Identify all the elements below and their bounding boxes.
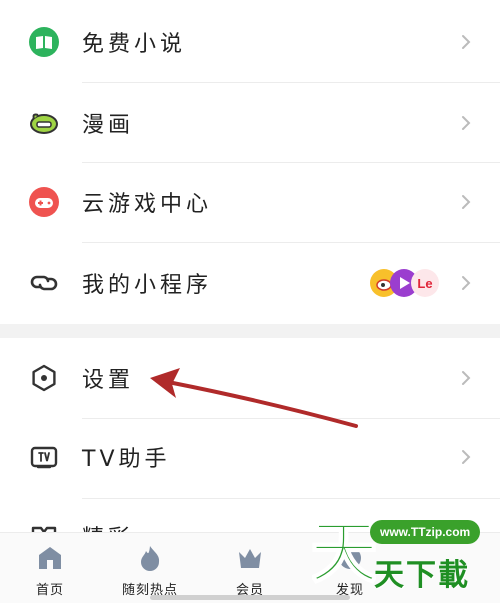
tab-label: 首页 <box>35 583 64 598</box>
chevron-right-icon <box>462 450 471 464</box>
home-indicator <box>150 595 350 600</box>
menu-item-label: 我的小程序 <box>82 273 213 298</box>
chevron-right-icon <box>462 195 471 209</box>
menu-item-free-novels[interactable]: 免费小说 <box>0 2 500 82</box>
svg-text:天: 天 <box>312 514 376 590</box>
chevron-right-icon <box>462 371 471 385</box>
menu-item-label: 云游戏中心 <box>82 192 213 217</box>
watermark: 天 www.TTzip.com 天下載 <box>312 510 500 593</box>
gamepad-icon <box>29 187 59 217</box>
tab-vip[interactable]: 会员 <box>200 533 300 603</box>
watermark-url: www.TTzip.com <box>370 520 481 544</box>
menu-item-tv-assistant[interactable]: TV助手 <box>0 417 500 497</box>
comic-icon <box>30 113 58 134</box>
svg-text:Le: Le <box>417 276 432 291</box>
menu-item-label: 免费小说 <box>82 32 187 57</box>
home-icon <box>39 547 61 569</box>
flame-icon <box>141 546 160 571</box>
menu-item-my-mini-programs[interactable]: 我的小程序 Le <box>0 243 500 323</box>
menu-item-settings[interactable]: 设置 <box>0 338 500 418</box>
tab-home[interactable]: 首页 <box>0 533 100 603</box>
mini-program-icon <box>30 275 58 291</box>
chevron-right-icon <box>462 35 471 49</box>
watermark-logo: 天 <box>312 513 376 590</box>
tv-icon <box>30 446 58 469</box>
menu-item-comics[interactable]: 漫画 <box>0 83 500 163</box>
le-icon: Le <box>411 269 439 297</box>
settings-icon <box>32 364 56 392</box>
crown-icon <box>239 549 261 568</box>
mini-app-badges: Le <box>370 269 439 297</box>
menu-item-cloud-games[interactable]: 云游戏中心 <box>0 162 500 242</box>
watermark-text: 天下載 <box>374 558 470 593</box>
menu-item-label: 漫画 <box>82 113 135 138</box>
chevron-right-icon <box>462 116 471 130</box>
section-separator <box>0 324 500 338</box>
book-icon <box>29 27 59 57</box>
menu-item-label: 设置 <box>82 368 135 393</box>
chevron-right-icon <box>462 276 471 290</box>
tab-trending[interactable]: 随刻热点 <box>100 533 200 603</box>
menu-item-label: TV助手 <box>82 447 171 472</box>
